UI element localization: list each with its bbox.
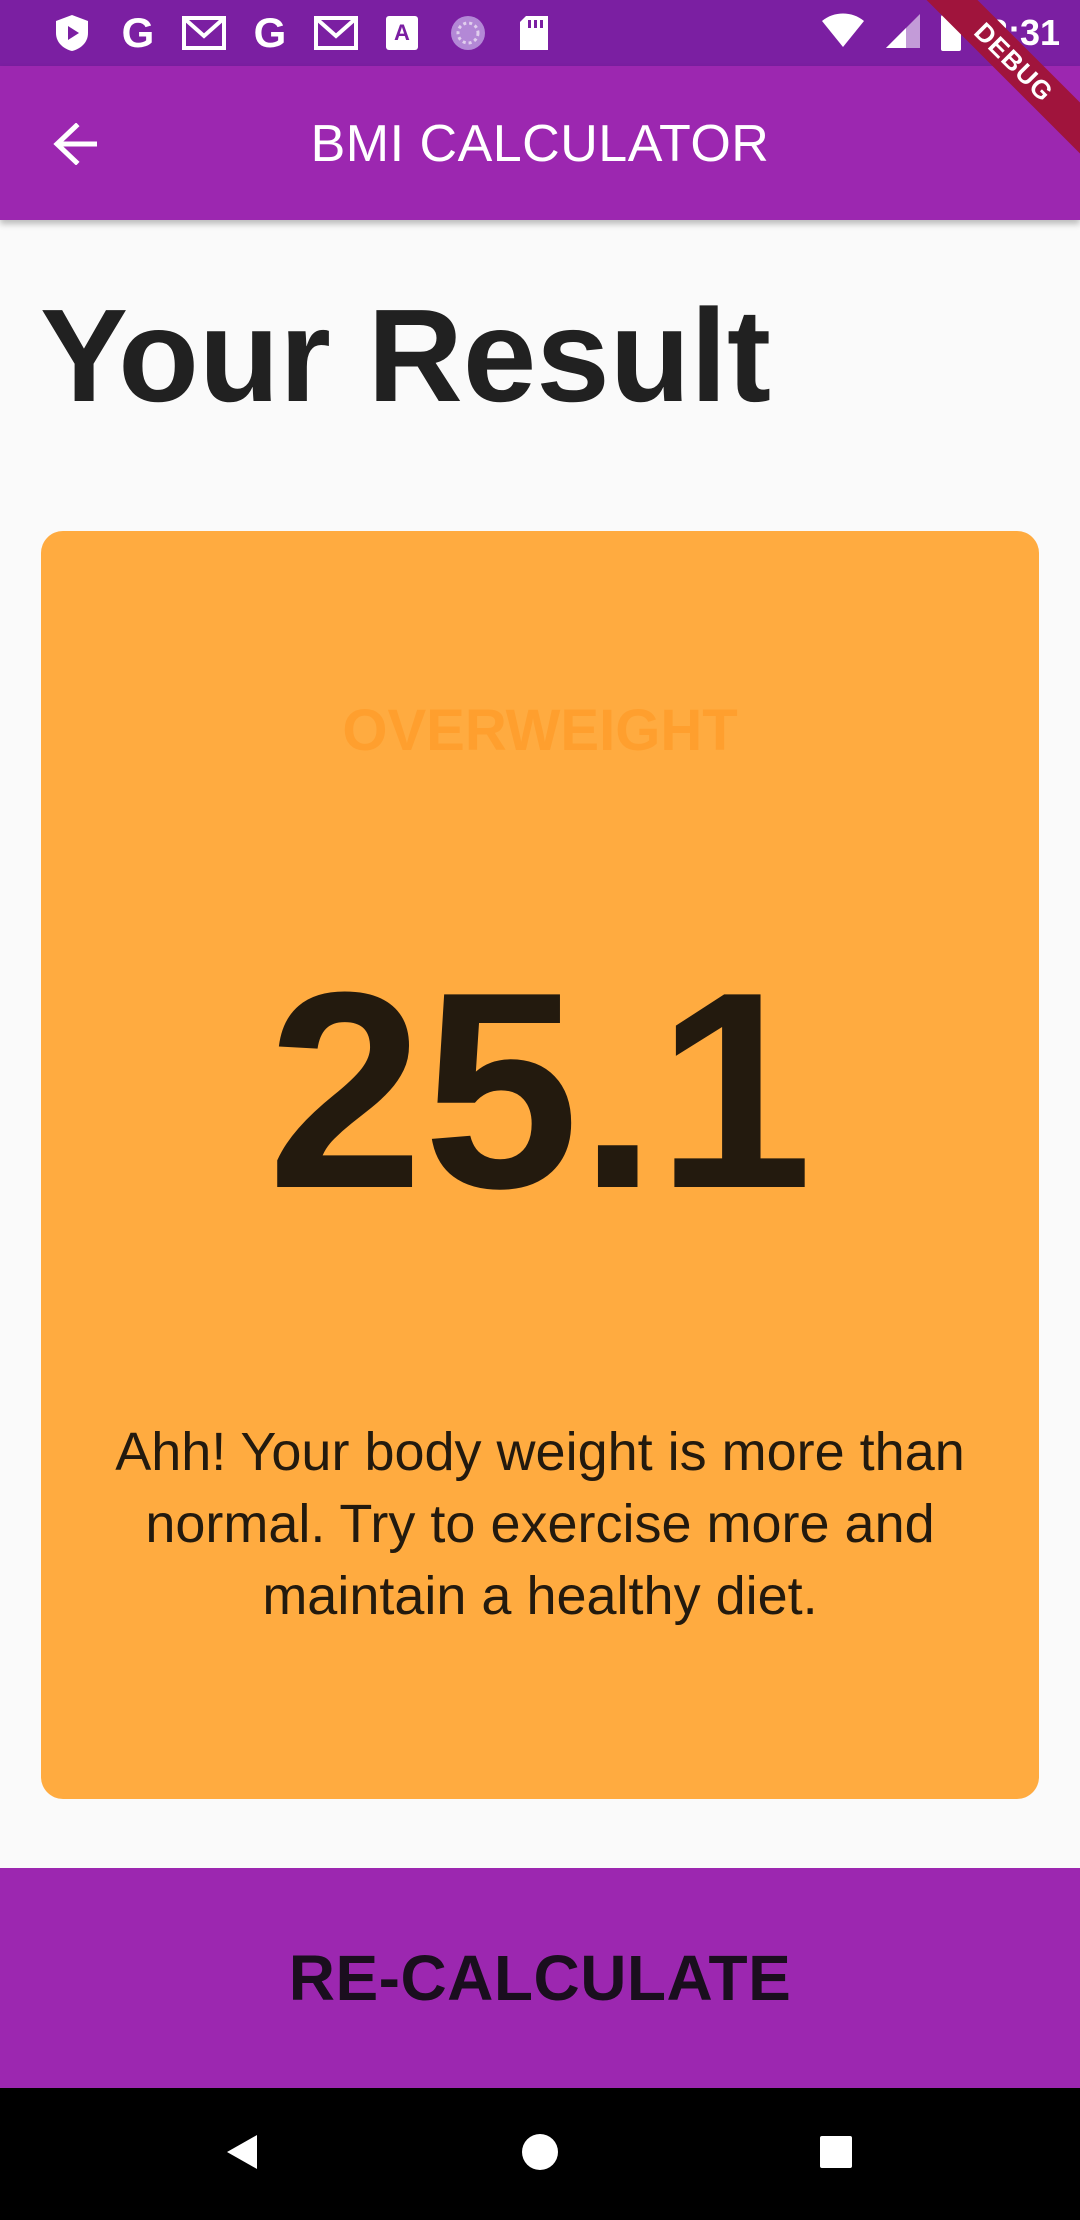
circle-home-icon — [520, 2132, 560, 2177]
cell-signal-icon — [884, 12, 922, 55]
google-icon: G — [121, 9, 155, 56]
google-icon: G — [253, 9, 287, 56]
system-nav-bar — [0, 2088, 1080, 2220]
recalculate-label: RE-CALCULATE — [288, 1942, 792, 2014]
battery-icon — [940, 10, 962, 56]
app-bar: BMI CALCULATOR — [0, 66, 1080, 220]
status-system-icons: 3:31 — [820, 8, 1060, 58]
triangle-back-icon — [225, 2133, 259, 2176]
status-notification-icons: G G A — [50, 8, 556, 58]
shield-icon — [50, 11, 94, 55]
wifi-icon — [820, 13, 866, 54]
nav-home-button[interactable] — [510, 2124, 570, 2184]
result-status: OVERWEIGHT — [342, 698, 738, 763]
nav-recents-button[interactable] — [806, 2124, 866, 2184]
square-recents-icon — [818, 2134, 854, 2175]
sd-card-icon — [512, 11, 556, 55]
recalculate-button[interactable]: RE-CALCULATE — [0, 1868, 1080, 2088]
bmi-value: 25.1 — [267, 935, 813, 1247]
gmail-icon — [314, 11, 358, 55]
app-title: BMI CALCULATOR — [310, 115, 770, 173]
result-card: OVERWEIGHT 25.1 Ahh! Your body weight is… — [41, 531, 1039, 1799]
status-time: 3:31 — [987, 12, 1060, 53]
gmail-icon — [182, 11, 226, 55]
status-bar: G G A 3:31 — [0, 0, 1080, 66]
text-icon: A — [380, 11, 424, 55]
result-message: Ahh! Your body weight is more than norma… — [115, 1422, 965, 1626]
nav-back-button[interactable] — [212, 2124, 272, 2184]
page-title: Your Result — [40, 282, 771, 429]
sync-icon — [446, 11, 490, 55]
